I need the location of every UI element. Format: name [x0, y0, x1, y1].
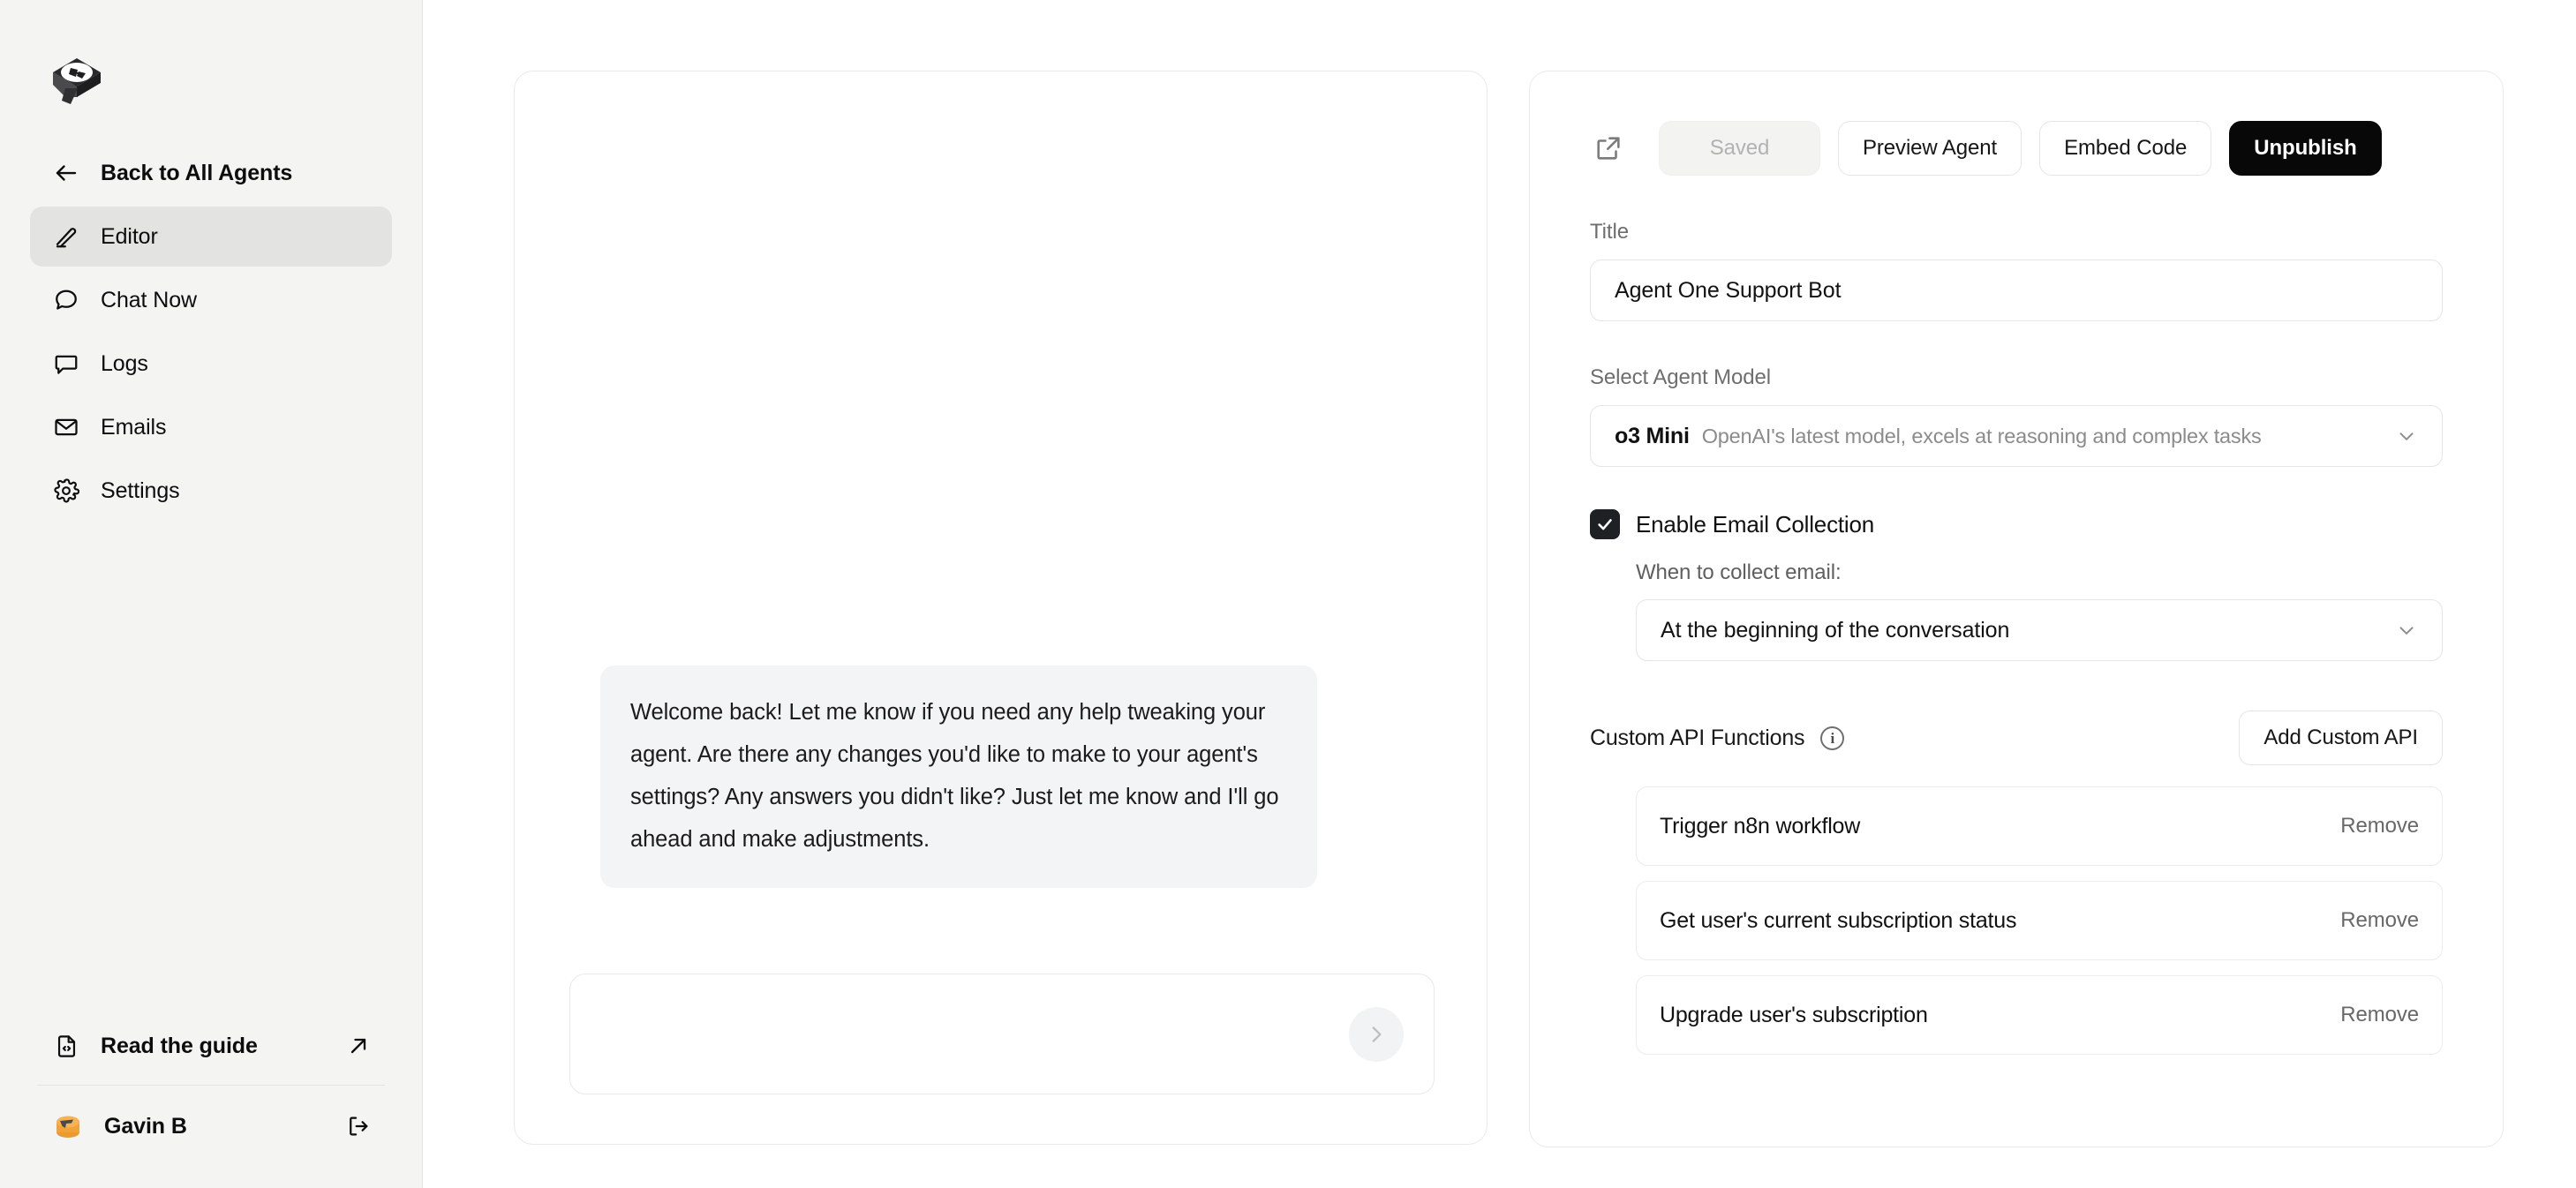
email-timing-value: At the beginning of the conversation [1661, 617, 2010, 643]
user-account-row[interactable]: Gavin B [30, 1096, 392, 1156]
sidebar-item-label: Logs [101, 350, 148, 376]
sidebar-item-label: Chat Now [101, 287, 197, 312]
custom-api-row[interactable]: Get user's current subscription status R… [1636, 881, 2443, 960]
chat-input[interactable] [570, 974, 1349, 1094]
sidebar-item-back-to-all-agents[interactable]: Back to All Agents [30, 143, 392, 203]
sidebar-nav: Back to All Agents Editor Chat Now Logs [0, 143, 422, 521]
sidebar-item-label: Back to All Agents [101, 160, 293, 185]
enable-email-collection-row[interactable]: Enable Email Collection [1590, 509, 2443, 539]
info-icon[interactable]: i [1820, 726, 1845, 750]
enable-email-collection-label: Enable Email Collection [1636, 510, 1874, 538]
chevron-down-icon [2395, 619, 2418, 642]
agent-one-logo[interactable] [39, 34, 115, 109]
chevron-down-icon [2395, 425, 2418, 447]
custom-api-header: Custom API Functions i Add Custom API [1590, 711, 2443, 765]
custom-api-name: Get user's current subscription status [1660, 907, 2017, 933]
message-square-icon [51, 349, 81, 379]
assistant-message-bubble: Welcome back! Let me know if you need an… [600, 665, 1317, 888]
send-button[interactable] [1349, 1006, 1404, 1062]
custom-api-row[interactable]: Trigger n8n workflow Remove [1636, 786, 2443, 866]
logout-icon[interactable] [346, 1114, 371, 1139]
sidebar-item-settings[interactable]: Settings [30, 461, 392, 521]
sidebar-item-label: Editor [101, 223, 158, 249]
chat-bubble-round-icon [51, 285, 81, 315]
sidebar-item-emails[interactable]: Emails [30, 397, 392, 457]
panel-toolbar: Saved Preview Agent Embed Code Unpublish [1590, 121, 2443, 176]
arrow-left-icon [51, 158, 81, 188]
email-timing-select[interactable]: At the beginning of the conversation [1636, 599, 2443, 661]
arrow-up-right-icon [346, 1034, 371, 1058]
main-content: Agent Creator Assistant i Welcome back! … [423, 0, 2576, 1188]
gear-icon [51, 476, 81, 506]
embed-code-button[interactable]: Embed Code [2039, 121, 2212, 176]
chat-input-row[interactable] [569, 974, 1435, 1094]
sidebar-item-chat-now[interactable]: Chat Now [30, 270, 392, 330]
agent-settings-panel: Saved Preview Agent Embed Code Unpublish… [1529, 71, 2504, 1147]
model-field-label: Select Agent Model [1590, 365, 1772, 389]
user-name: Gavin B [104, 1113, 187, 1139]
file-code-icon [51, 1031, 81, 1061]
custom-api-name: Upgrade user's subscription [1660, 1002, 1928, 1027]
remove-custom-api-button[interactable]: Remove [2340, 814, 2419, 838]
email-timing-group: When to collect email: At the beginning … [1636, 560, 2443, 661]
custom-api-row[interactable]: Upgrade user's subscription Remove [1636, 975, 2443, 1055]
model-description: OpenAI's latest model, excels at reasoni… [1701, 424, 2262, 447]
app-root: Back to All Agents Editor Chat Now Logs [0, 0, 2576, 1188]
sidebar-item-label: Emails [101, 414, 167, 440]
remove-custom-api-button[interactable]: Remove [2340, 1003, 2419, 1027]
sidebar-item-label: Settings [101, 477, 180, 503]
unpublish-button[interactable]: Unpublish [2229, 121, 2382, 176]
title-field-label: Title [1590, 220, 1629, 244]
envelope-icon [51, 412, 81, 442]
agent-title-input[interactable] [1590, 259, 2443, 321]
read-the-guide-link[interactable]: Read the guide [30, 1016, 392, 1076]
sidebar-item-editor[interactable]: Editor [30, 207, 392, 267]
add-custom-api-button[interactable]: Add Custom API [2239, 711, 2443, 765]
sidebar-footer: Read the guide Gavin B [0, 1016, 422, 1188]
email-timing-label: When to collect email: [1636, 560, 1842, 584]
logo-container [0, 0, 422, 124]
external-link-button[interactable] [1590, 130, 1627, 167]
custom-api-title: Custom API Functions [1590, 725, 1805, 750]
model-name: o3 Mini [1615, 423, 1690, 448]
read-the-guide-label: Read the guide [101, 1033, 258, 1058]
avatar [51, 1109, 85, 1143]
enable-email-collection-checkbox[interactable] [1590, 509, 1620, 539]
chat-panel: Welcome back! Let me know if you need an… [514, 71, 1488, 1145]
custom-api-list: Trigger n8n workflow Remove Get user's c… [1636, 786, 2443, 1055]
sidebar-item-logs[interactable]: Logs [30, 334, 392, 394]
pencil-icon [51, 222, 81, 252]
sidebar: Back to All Agents Editor Chat Now Logs [0, 0, 423, 1188]
saved-status-button[interactable]: Saved [1659, 121, 1820, 176]
agent-model-select[interactable]: o3 Mini OpenAI's latest model, excels at… [1590, 405, 2443, 467]
sidebar-divider [37, 1085, 385, 1086]
preview-agent-button[interactable]: Preview Agent [1838, 121, 2022, 176]
remove-custom-api-button[interactable]: Remove [2340, 908, 2419, 933]
custom-api-name: Trigger n8n workflow [1660, 813, 1861, 838]
